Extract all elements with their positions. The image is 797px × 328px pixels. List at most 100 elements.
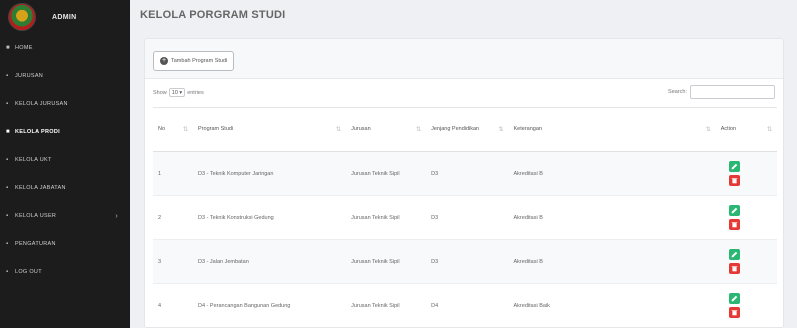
- table-row: 3 D3 - Jalan Jembatan Jurusan Teknik Sip…: [153, 239, 777, 284]
- sort-icon: ⇅: [182, 127, 189, 133]
- program-studi-table: No ⇅ Program Studi ⇅ Jurusan ⇅ Jenjang Pend…: [153, 107, 777, 327]
- row-actions: [721, 293, 772, 318]
- cell-action: [715, 195, 777, 240]
- trash-icon: [731, 178, 738, 184]
- bullet-icon: ▪: [6, 241, 9, 247]
- row-actions: [721, 161, 772, 186]
- sidebar-item-kelola-ukt[interactable]: ▪ KELOLA UKT: [0, 146, 130, 174]
- cell-jurusan: Jurusan Teknik Sipil: [346, 283, 427, 327]
- bullet-icon: ▪: [6, 101, 9, 107]
- row-actions: [721, 205, 772, 230]
- cell-jurusan: Jurusan Teknik Sipil: [346, 239, 427, 284]
- pencil-icon: [731, 295, 738, 302]
- sidebar-item-label: KELOLA PRODI: [15, 129, 60, 135]
- cell-action: [715, 283, 777, 327]
- table-row: 4 D4 - Perancangan Bangunan Gedung Jurus…: [153, 283, 777, 327]
- sort-icon: ⇅: [416, 127, 422, 133]
- add-button-label: Tambah Program Studi: [171, 58, 228, 64]
- cell-action: [715, 239, 777, 284]
- sidebar-item-label: KELOLA JABATAN: [15, 185, 66, 191]
- bullet-icon: ▪: [6, 213, 9, 219]
- column-header-label: Jenjang Pendidikan: [431, 126, 480, 132]
- sidebar-item-kelola-jurusan[interactable]: ▪ KELOLA JURUSAN: [0, 90, 130, 118]
- cell-no: 1: [153, 151, 194, 196]
- trash-icon: [731, 310, 738, 316]
- pencil-icon: [731, 207, 738, 214]
- column-header-label: Action: [720, 126, 737, 132]
- cell-jurusan: Jurusan Teknik Sipil: [346, 151, 427, 196]
- column-header-no[interactable]: No ⇅: [153, 107, 194, 152]
- edit-button[interactable]: [728, 293, 740, 304]
- logo: [8, 3, 36, 31]
- sidebar: ADMIN ■ HOME ▪ JURUSAN ▪ KELOLA JURUSAN …: [0, 0, 130, 328]
- bullet-icon: ▪: [6, 185, 9, 191]
- show-label: Show: [153, 89, 167, 96]
- cell-jenjang: D3: [426, 239, 509, 284]
- sidebar-item-kelola-prodi[interactable]: ■ KELOLA PRODI: [0, 118, 130, 146]
- sidebar-item-log-out[interactable]: ▪ LOG OUT: [0, 258, 130, 286]
- sidebar-item-label: KELOLA UKT: [15, 157, 52, 163]
- delete-button[interactable]: [728, 219, 740, 230]
- brand-name: ADMIN: [52, 13, 77, 21]
- cell-jenjang: D4: [426, 283, 509, 327]
- column-header-action[interactable]: Action ⇅: [715, 107, 777, 152]
- table-row: 2 D3 - Teknik Konstruksi Gedung Jurusan …: [153, 195, 777, 240]
- column-header-label: Keterangan: [513, 126, 542, 132]
- pencil-icon: [731, 251, 738, 258]
- column-header-label: No: [158, 126, 166, 132]
- search-label: Search:: [668, 89, 687, 95]
- cell-jenjang: D3: [426, 151, 509, 196]
- add-program-studi-button[interactable]: + Tambah Program Studi: [153, 51, 235, 71]
- sidebar-item-pengaturan[interactable]: ▪ PENGATURAN: [0, 230, 130, 258]
- column-header-keterangan[interactable]: Keterangan ⇅: [508, 107, 716, 152]
- bullet-icon: ▪: [6, 269, 9, 275]
- sidebar-item-kelola-jabatan[interactable]: ▪ KELOLA JABATAN: [0, 174, 130, 202]
- search-input[interactable]: [690, 85, 775, 99]
- sort-icon: ⇅: [766, 127, 772, 133]
- bullet-icon: ▪: [6, 157, 9, 163]
- sidebar-item-home[interactable]: ■ HOME: [0, 34, 130, 62]
- trash-icon: [731, 222, 738, 228]
- delete-button[interactable]: [728, 263, 740, 274]
- bullet-icon: ■: [6, 129, 10, 135]
- sidebar-item-jurusan[interactable]: ▪ JURUSAN: [0, 62, 130, 90]
- row-actions: [721, 249, 772, 274]
- cell-jenjang: D3: [426, 195, 509, 240]
- cell-no: 3: [153, 239, 194, 284]
- delete-button[interactable]: [728, 307, 740, 318]
- entries-select[interactable]: 10 ▾: [168, 88, 186, 97]
- cell-keterangan: Akreditasi Baik: [508, 283, 716, 327]
- sidebar-item-label: HOME: [15, 45, 33, 51]
- cell-program-studi: D3 - Jalan Jembatan: [193, 239, 347, 284]
- delete-button[interactable]: [728, 175, 740, 186]
- cell-keterangan: Akreditasi B: [508, 239, 716, 284]
- column-header-jenjang[interactable]: Jenjang Pendidikan ⇅: [426, 107, 509, 152]
- cell-no: 4: [153, 283, 194, 327]
- cell-action: [715, 151, 777, 196]
- column-header-label: Jurusan: [351, 126, 371, 132]
- cell-program-studi: D3 - Teknik Komputer Jaringan: [193, 151, 347, 196]
- sort-icon: ⇅: [498, 127, 504, 133]
- cell-keterangan: Akreditasi B: [508, 151, 716, 196]
- cell-program-studi: D4 - Perancangan Bangunan Gedung: [193, 283, 347, 327]
- plus-icon: +: [160, 57, 168, 65]
- cell-keterangan: Akreditasi B: [508, 195, 716, 240]
- sidebar-item-label: JURUSAN: [15, 73, 44, 79]
- trash-icon: [731, 266, 738, 272]
- entries-label: entries: [187, 89, 204, 96]
- sort-icon: ⇅: [336, 127, 342, 133]
- table-controls: Show 10 ▾ entries Search:: [145, 79, 783, 105]
- edit-button[interactable]: [728, 205, 740, 216]
- edit-button[interactable]: [728, 249, 740, 260]
- page-title: KELOLA PORGRAM STUDI: [140, 9, 286, 21]
- column-header-program-studi[interactable]: Program Studi ⇅: [193, 107, 347, 152]
- table-row: 1 D3 - Teknik Komputer Jaringan Jurusan …: [153, 151, 777, 196]
- column-header-jurusan[interactable]: Jurusan ⇅: [346, 107, 427, 152]
- pencil-icon: [731, 163, 738, 170]
- bullet-icon: ▪: [6, 73, 9, 79]
- cell-no: 2: [153, 195, 194, 240]
- sidebar-item-kelola-user[interactable]: ▪ KELOLA USER ›: [0, 202, 130, 230]
- column-header-label: Program Studi: [198, 126, 234, 132]
- sort-icon: ⇅: [705, 127, 711, 133]
- edit-button[interactable]: [728, 161, 740, 172]
